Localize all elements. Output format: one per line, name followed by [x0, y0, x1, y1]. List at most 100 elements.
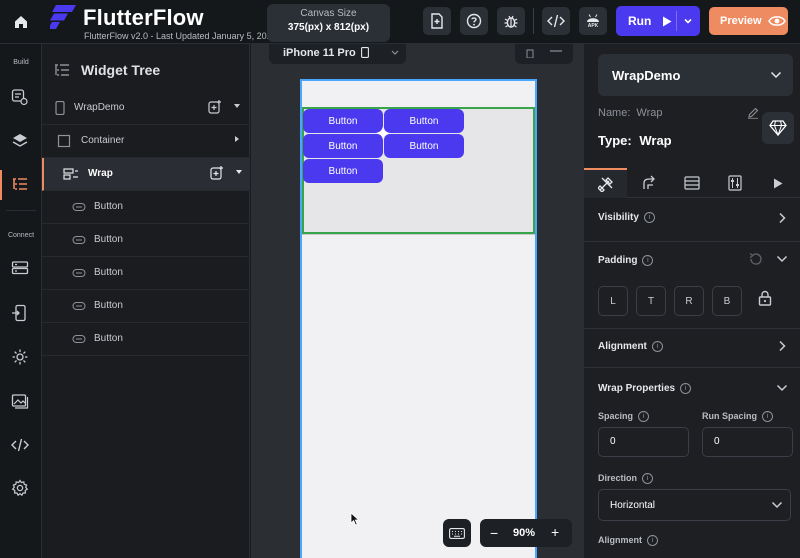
rail-active-indicator — [0, 170, 2, 200]
reset-icon[interactable] — [749, 252, 763, 266]
info-icon[interactable]: i — [647, 535, 658, 547]
add-widget-icon[interactable] — [210, 166, 224, 180]
apk-button[interactable]: APK — [579, 7, 607, 35]
tab-backend-query[interactable] — [670, 168, 713, 198]
palette-icon — [11, 89, 28, 106]
rail-api-calls-button[interactable] — [9, 302, 31, 324]
chevron-down-icon[interactable] — [776, 255, 788, 263]
rail-media-button[interactable] — [9, 390, 31, 412]
pencil-icon[interactable] — [747, 107, 759, 119]
spacing-input[interactable]: 0 — [598, 427, 689, 457]
action-flow-icon — [642, 175, 655, 189]
rail-widget-tree-button[interactable] — [9, 174, 31, 196]
rail-custom-code-button[interactable] — [9, 434, 31, 456]
caret-right-icon[interactable] — [233, 135, 241, 143]
direction-select[interactable]: Horizontal — [598, 489, 791, 521]
info-icon[interactable]: i — [680, 383, 692, 394]
tree-row-button[interactable]: Button — [42, 191, 250, 224]
caret-down-icon[interactable] — [233, 102, 241, 110]
widget-name-row[interactable]: Name: Wrap — [598, 107, 663, 119]
flutterflow-logo-icon — [50, 5, 76, 29]
tree-row-button[interactable]: Button — [42, 323, 250, 356]
tree-row-label: WrapDemo — [74, 102, 125, 113]
padding-left-input[interactable]: L — [598, 286, 628, 316]
run-spacing-input[interactable]: 0 — [702, 427, 793, 457]
chevron-down-icon[interactable] — [682, 15, 694, 27]
preview-button[interactable]: Preview — [709, 7, 788, 35]
tree-row-label: Button — [94, 201, 123, 212]
code-icon — [547, 14, 565, 28]
padding-top-input[interactable]: T — [636, 286, 666, 316]
rail-app-settings-button[interactable] — [9, 477, 31, 499]
canvas-button[interactable]: Button — [303, 109, 383, 133]
canvas-button[interactable]: Button — [384, 109, 464, 133]
new-page-button[interactable] — [423, 7, 451, 35]
debug-button[interactable] — [497, 7, 525, 35]
phone-preview[interactable]: Button Button Button Button Button — [300, 79, 537, 558]
canvas-button[interactable]: Button — [303, 159, 383, 183]
diamond-icon — [769, 120, 787, 136]
canvas-size-value: 375(px) x 812(px) — [287, 22, 370, 33]
minimize-icon[interactable] — [549, 48, 563, 54]
home-button[interactable] — [0, 0, 42, 44]
rail-pages-button[interactable] — [9, 130, 31, 152]
rail-connect-label: Connect — [7, 232, 35, 239]
tree-row-button[interactable]: Button — [42, 257, 250, 290]
caret-down-icon[interactable] — [235, 168, 243, 176]
gear-icon — [11, 479, 29, 497]
padding-right-input[interactable]: R — [674, 286, 704, 316]
view-code-button[interactable] — [542, 7, 570, 35]
tab-actions[interactable] — [627, 168, 670, 198]
selected-page-name: WrapDemo — [612, 68, 681, 83]
tree-row-button[interactable]: Button — [42, 224, 250, 257]
padding-title: Padding i — [598, 255, 654, 266]
tree-row-label: Button — [94, 300, 123, 311]
padding-bottom-input[interactable]: B — [712, 286, 742, 316]
toolbar-divider — [533, 8, 534, 34]
run-spacing-label: Run Spacing i — [702, 411, 774, 423]
run-button[interactable]: Run — [616, 6, 700, 36]
tree-row-wrap[interactable]: Wrap — [42, 158, 250, 191]
tree-row-container[interactable]: Container — [42, 125, 250, 158]
add-widget-icon[interactable] — [208, 100, 222, 114]
device-selector[interactable]: iPhone 11 Pro — [269, 44, 406, 64]
canvas-button[interactable]: Button — [303, 134, 383, 158]
trash-icon[interactable] — [525, 48, 535, 58]
widget-selector-dropdown[interactable]: WrapDemo — [598, 54, 793, 96]
zoom-in-button[interactable]: + — [551, 524, 559, 540]
info-icon[interactable]: i — [762, 411, 774, 423]
wrap-widget-preview[interactable]: Button Button Button Button Button — [302, 107, 535, 234]
info-icon[interactable]: i — [642, 473, 654, 485]
tree-row-button[interactable]: Button — [42, 290, 250, 323]
tree-row-label: Button — [94, 267, 123, 278]
rail-settings-button[interactable] — [9, 346, 31, 368]
info-icon[interactable]: i — [642, 255, 654, 266]
save-component-button[interactable] — [762, 112, 794, 144]
version-line: FlutterFlow v2.0 - Last Updated January … — [84, 31, 277, 41]
visibility-section[interactable]: Visibility i — [584, 199, 800, 242]
rail-theme-button[interactable] — [9, 86, 31, 108]
properties-panel: WrapDemo Name: Wrap Type: Wrap Visibilit… — [584, 44, 800, 558]
canvas-button[interactable]: Button — [384, 134, 464, 158]
direction-value: Horizontal — [610, 500, 656, 511]
lock-icon[interactable] — [758, 290, 772, 306]
info-icon[interactable]: i — [643, 212, 655, 223]
alignment-section[interactable]: Alignment i — [584, 330, 800, 368]
tab-animations[interactable] — [756, 168, 799, 198]
help-button[interactable] — [460, 7, 488, 35]
api-device-icon — [12, 304, 26, 322]
info-icon[interactable]: i — [638, 411, 650, 423]
tree-row-wrapdemo[interactable]: WrapDemo — [42, 92, 250, 125]
tab-properties[interactable] — [584, 168, 627, 198]
zoom-out-button[interactable]: − — [490, 525, 498, 541]
info-icon[interactable]: i — [651, 341, 663, 352]
sliders-icon — [727, 175, 742, 191]
chevron-down-icon[interactable] — [776, 384, 788, 392]
settings-puzzle-icon — [12, 349, 28, 365]
rail-database-button[interactable] — [9, 258, 31, 280]
tab-generated-properties[interactable] — [713, 168, 756, 198]
database-icon — [11, 261, 29, 275]
design-canvas[interactable]: iPhone 11 Pro Button Button Button Butto… — [251, 44, 584, 558]
tools-icon — [597, 177, 613, 192]
keyboard-button[interactable] — [443, 519, 471, 547]
